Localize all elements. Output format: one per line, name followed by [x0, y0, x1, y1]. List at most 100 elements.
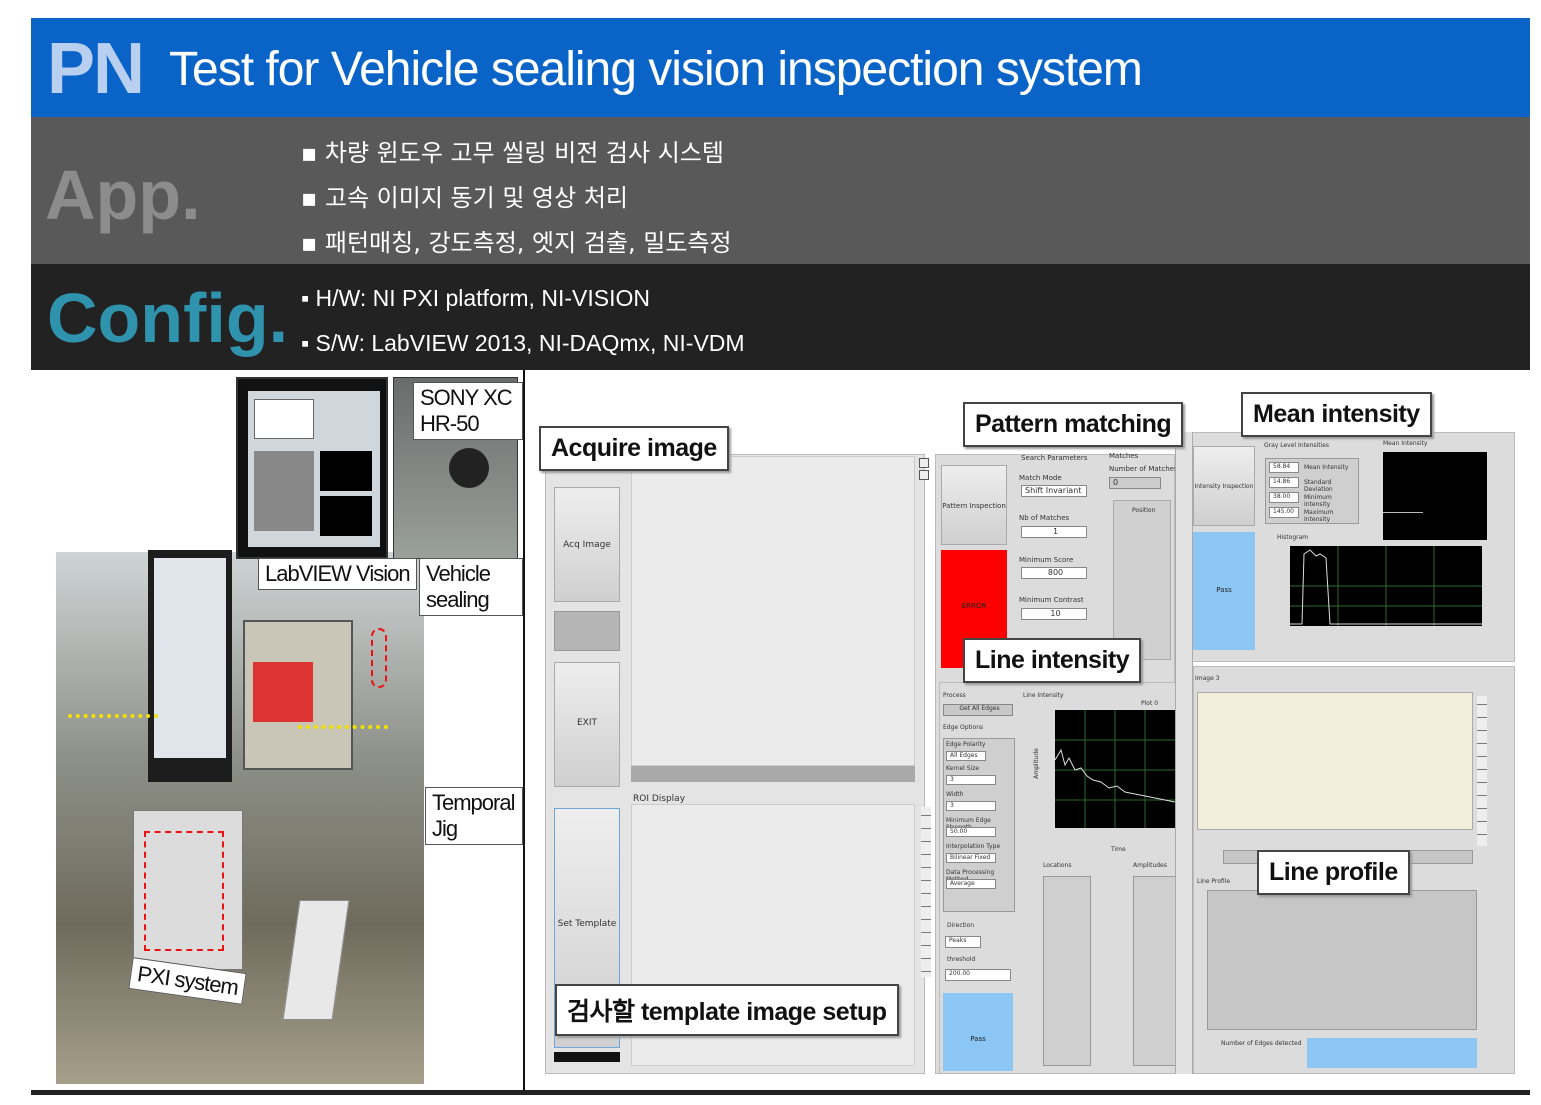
kernel-label: Kernel Size	[946, 765, 980, 772]
stddev-value: 14.86	[1269, 477, 1299, 488]
time-axis-label: Time	[1111, 846, 1126, 853]
bottom-border	[31, 1090, 1530, 1095]
edges-detected-indicator	[1307, 1038, 1477, 1068]
line-intensity-chart	[1054, 710, 1176, 828]
pan-icon[interactable]	[919, 470, 929, 480]
callout-camera: SONY XC HR-50	[413, 382, 523, 440]
pn-label: PN	[47, 29, 145, 109]
mean-value: 58.84	[1269, 462, 1299, 473]
mean-intensity-chart	[1383, 452, 1487, 540]
config-section: Config. ▪ H/W: NI PXI platform, NI-VISIO…	[31, 264, 1530, 370]
histogram-plot-svg	[1290, 546, 1482, 626]
callout-jig: Temporal Jig	[425, 787, 523, 845]
min-edge-input[interactable]: 50.00	[946, 827, 996, 837]
callout-profile: Line profile	[1257, 850, 1410, 895]
monitor-photo	[148, 550, 232, 782]
search-params-label: Search Parameters	[1021, 454, 1088, 462]
line-intensity-plot-svg	[1054, 710, 1176, 828]
app-section: App. ▪ 차량 윈도우 고무 씰링 비전 검사 시스템 ▪ 고속 이미지 동…	[31, 117, 1530, 264]
callout-pattern: Pattern matching	[963, 402, 1184, 447]
app-label: App.	[45, 156, 201, 234]
config-label: Config.	[47, 279, 289, 357]
template-bar	[554, 1052, 620, 1062]
gray-levels-label: Gray Level Intensities	[1264, 442, 1330, 449]
edges-detected-label: Number of Edges detected	[1221, 1040, 1302, 1047]
image3-label: Image 3	[1195, 675, 1220, 682]
machine-photo	[243, 620, 353, 770]
pass-indicator-line: Pass	[943, 993, 1013, 1071]
app-item-3: ▪ 패턴매칭, 강도측정, 엣지 검출, 밀도측정	[301, 229, 732, 257]
callout-mean: Mean intensity	[1241, 392, 1432, 437]
width-label: Width	[946, 791, 964, 798]
histogram-chart	[1290, 546, 1482, 626]
pattern-inspection-button[interactable]: Pattern Inspection	[941, 465, 1007, 545]
callout-acquire: Acquire image	[539, 426, 729, 471]
min-score-input[interactable]: 800	[1021, 567, 1087, 579]
threshold-label: threshold	[947, 956, 976, 963]
edge-polarity-label: Edge Polarity	[946, 741, 986, 748]
kernel-input[interactable]: 3	[946, 775, 996, 785]
callout-sealing: Vehicle sealing	[419, 558, 523, 616]
position-cluster: Position	[1113, 500, 1171, 660]
profile-image-display	[1197, 692, 1473, 830]
mean-label: Mean Intensity	[1304, 464, 1349, 471]
num-matches-value: 0	[1109, 477, 1161, 489]
intensity-inspection-button[interactable]: Intensity Inspection	[1193, 446, 1255, 526]
roi-toolbar[interactable]	[921, 807, 931, 977]
system-photo: SONY XC HR-50 LabVIEW Vision Vehicle sea…	[33, 370, 525, 1090]
min-contrast-input[interactable]: 10	[1021, 608, 1087, 620]
nb-matches-label: Nb of Matches	[1019, 514, 1070, 522]
num-matches-label: Number of Matches	[1109, 465, 1178, 473]
app-item-1: ▪ 차량 윈도우 고무 씰링 비전 검사 시스템	[301, 139, 724, 167]
process-label: Process	[943, 692, 966, 699]
zoom-icon[interactable]	[919, 458, 929, 468]
arrow-left-icon	[68, 714, 158, 718]
app-item-2: ▪ 고속 이미지 동기 및 영상 처리	[301, 184, 628, 212]
title-bar: PN Test for Vehicle sealing vision inspe…	[31, 18, 1530, 117]
pxi-chassis-photo	[133, 810, 243, 970]
interp-select[interactable]: Bilinear Fixed	[946, 853, 996, 863]
line-intensity-chart-label: Line Intensity	[1023, 692, 1064, 699]
image-display	[631, 456, 915, 766]
line-profile-chart-label: Line Profile	[1197, 878, 1231, 885]
page-title: Test for Vehicle sealing vision inspecti…	[169, 43, 1143, 96]
panel-divider	[1175, 432, 1193, 1074]
edge-options-cluster: Edge Polarity All Edges Kernel Size 3 Wi…	[943, 738, 1015, 912]
sealing-highlight	[371, 628, 387, 688]
threshold-input[interactable]: 200.00	[945, 969, 1011, 981]
edge-options-label: Edge Options	[943, 724, 984, 731]
direction-label: Direction	[947, 922, 975, 929]
nb-matches-input[interactable]: 1	[1021, 526, 1087, 538]
min-score-label: Minimum Score	[1019, 556, 1074, 564]
mean-intensity-chart-label: Mean Intensity	[1383, 440, 1428, 447]
labview-inset	[236, 377, 388, 559]
acq-image-button[interactable]: Acq Image	[554, 487, 620, 602]
stats-cluster: 58.84 Mean Intensity 14.86 Standard Devi…	[1265, 458, 1359, 524]
min-contrast-label: Minimum Contrast	[1019, 596, 1084, 604]
data-proc-select[interactable]: Average	[946, 879, 996, 889]
line-profile-chart	[1207, 890, 1477, 1030]
amplitudes-array	[1133, 876, 1177, 1066]
match-mode-select[interactable]: Shift Invariant	[1021, 485, 1087, 497]
locations-label: Locations	[1043, 862, 1072, 869]
status-indicator	[554, 611, 620, 651]
histogram-label: Histogram	[1277, 534, 1309, 541]
config-item-sw: ▪ S/W: LabVIEW 2013, NI-DAQmx, NI-VDM	[301, 330, 745, 356]
callout-template: 검사할 template image setup	[555, 984, 899, 1036]
exit-button[interactable]: EXIT	[554, 662, 620, 787]
min-label: Minimum Intensity	[1304, 494, 1332, 508]
image-scrollbar[interactable]	[631, 766, 915, 782]
direction-select[interactable]: Peaks	[945, 936, 981, 948]
match-mode-label: Match Mode	[1019, 474, 1062, 482]
plot0-label: Plot 0	[1141, 700, 1159, 707]
config-item-hw: ▪ H/W: NI PXI platform, NI-VISION	[301, 285, 650, 311]
max-label: Maximum Intensity	[1304, 509, 1334, 523]
matches-label: Matches	[1109, 452, 1139, 460]
process-select[interactable]: Get All Edges	[943, 704, 1013, 716]
profile-toolbar[interactable]	[1477, 696, 1487, 846]
interp-label: Interpolation Type	[946, 843, 1001, 850]
pass-indicator-mean: Pass	[1193, 532, 1255, 650]
width-input[interactable]: 3	[946, 801, 996, 811]
locations-array	[1043, 876, 1091, 1066]
edge-polarity-select[interactable]: All Edges	[946, 751, 986, 761]
